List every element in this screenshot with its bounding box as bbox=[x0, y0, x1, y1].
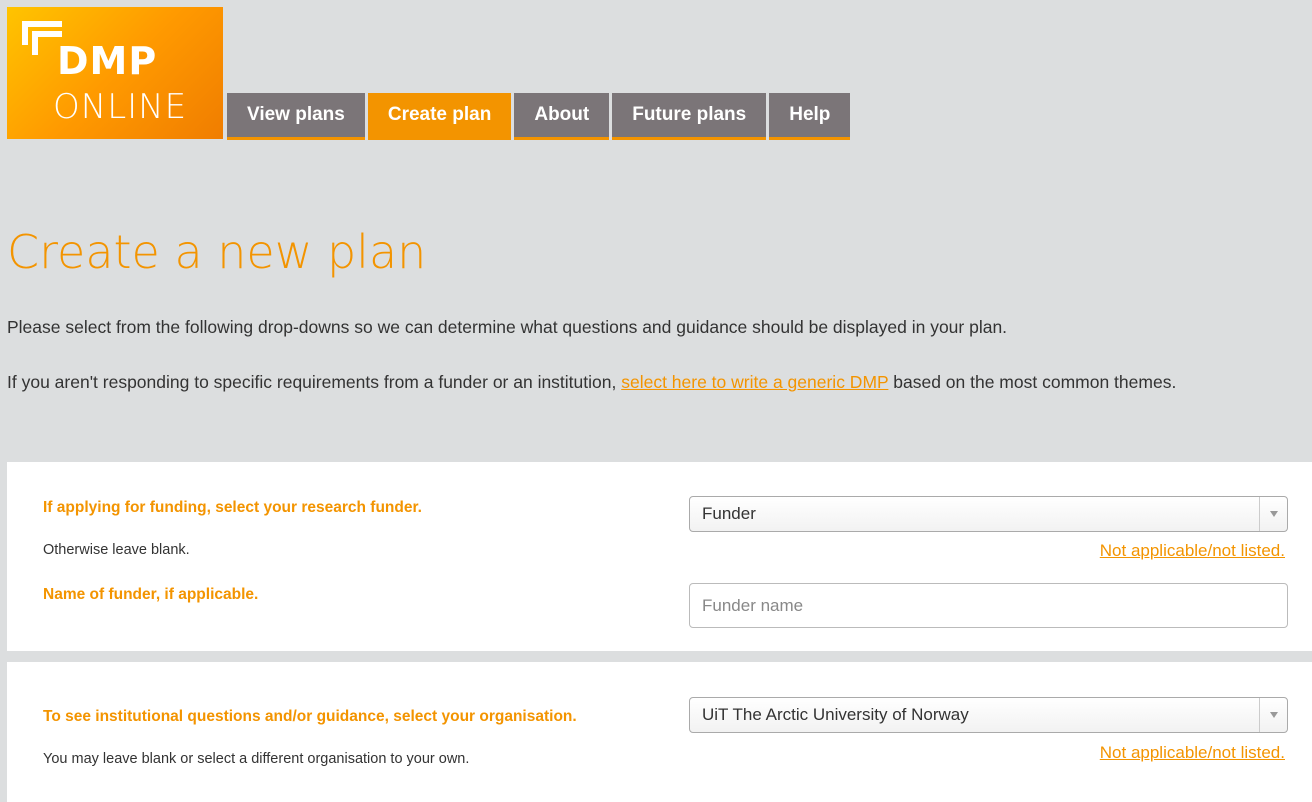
organisation-select-arrow[interactable] bbox=[1259, 698, 1287, 732]
funder-hint: Otherwise leave blank. bbox=[43, 542, 190, 558]
page-title: Create a new plan bbox=[7, 225, 427, 279]
chevron-down-icon bbox=[1270, 511, 1278, 517]
funder-name-label: Name of funder, if applicable. bbox=[43, 586, 259, 603]
funder-question-label: If applying for funding, select your res… bbox=[43, 499, 422, 516]
nav-help[interactable]: Help bbox=[769, 93, 851, 140]
logo-mark-icon bbox=[22, 21, 62, 55]
nav-create-plan[interactable]: Create plan bbox=[367, 93, 512, 140]
nav-future-plans[interactable]: Future plans bbox=[612, 93, 767, 140]
organisation-select-value: UiT The Arctic University of Norway bbox=[702, 705, 969, 724]
main-nav: View plans Create plan About Future plan… bbox=[227, 93, 853, 140]
logo-text-dmp: DMP bbox=[57, 39, 158, 83]
chevron-down-icon bbox=[1270, 712, 1278, 718]
nav-view-plans[interactable]: View plans bbox=[227, 93, 365, 140]
generic-dmp-text-after: based on the most common themes. bbox=[888, 372, 1177, 392]
organisation-panel: To see institutional questions and/or gu… bbox=[7, 662, 1312, 802]
funder-select-arrow[interactable] bbox=[1259, 497, 1287, 531]
generic-dmp-text: If you aren't responding to specific req… bbox=[7, 369, 1307, 396]
logo-text-online: ONLINE bbox=[53, 87, 188, 127]
funder-name-input[interactable] bbox=[689, 583, 1288, 628]
funder-select[interactable]: Funder bbox=[689, 496, 1288, 532]
organisation-hint: You may leave blank or select a differen… bbox=[43, 751, 470, 767]
funder-select-value: Funder bbox=[702, 504, 756, 523]
organisation-not-applicable-link[interactable]: Not applicable/not listed. bbox=[1100, 743, 1285, 763]
nav-about[interactable]: About bbox=[514, 93, 610, 140]
funder-panel: If applying for funding, select your res… bbox=[7, 462, 1312, 651]
generic-dmp-link[interactable]: select here to write a generic DMP bbox=[621, 372, 888, 392]
organisation-select[interactable]: UiT The Arctic University of Norway bbox=[689, 697, 1288, 733]
funder-not-applicable-link[interactable]: Not applicable/not listed. bbox=[1100, 541, 1285, 561]
intro-text: Please select from the following drop-do… bbox=[7, 317, 1008, 337]
generic-dmp-text-before: If you aren't responding to specific req… bbox=[7, 372, 622, 392]
organisation-question-label: To see institutional questions and/or gu… bbox=[43, 708, 577, 725]
site-logo[interactable]: DMP ONLINE bbox=[7, 7, 223, 139]
